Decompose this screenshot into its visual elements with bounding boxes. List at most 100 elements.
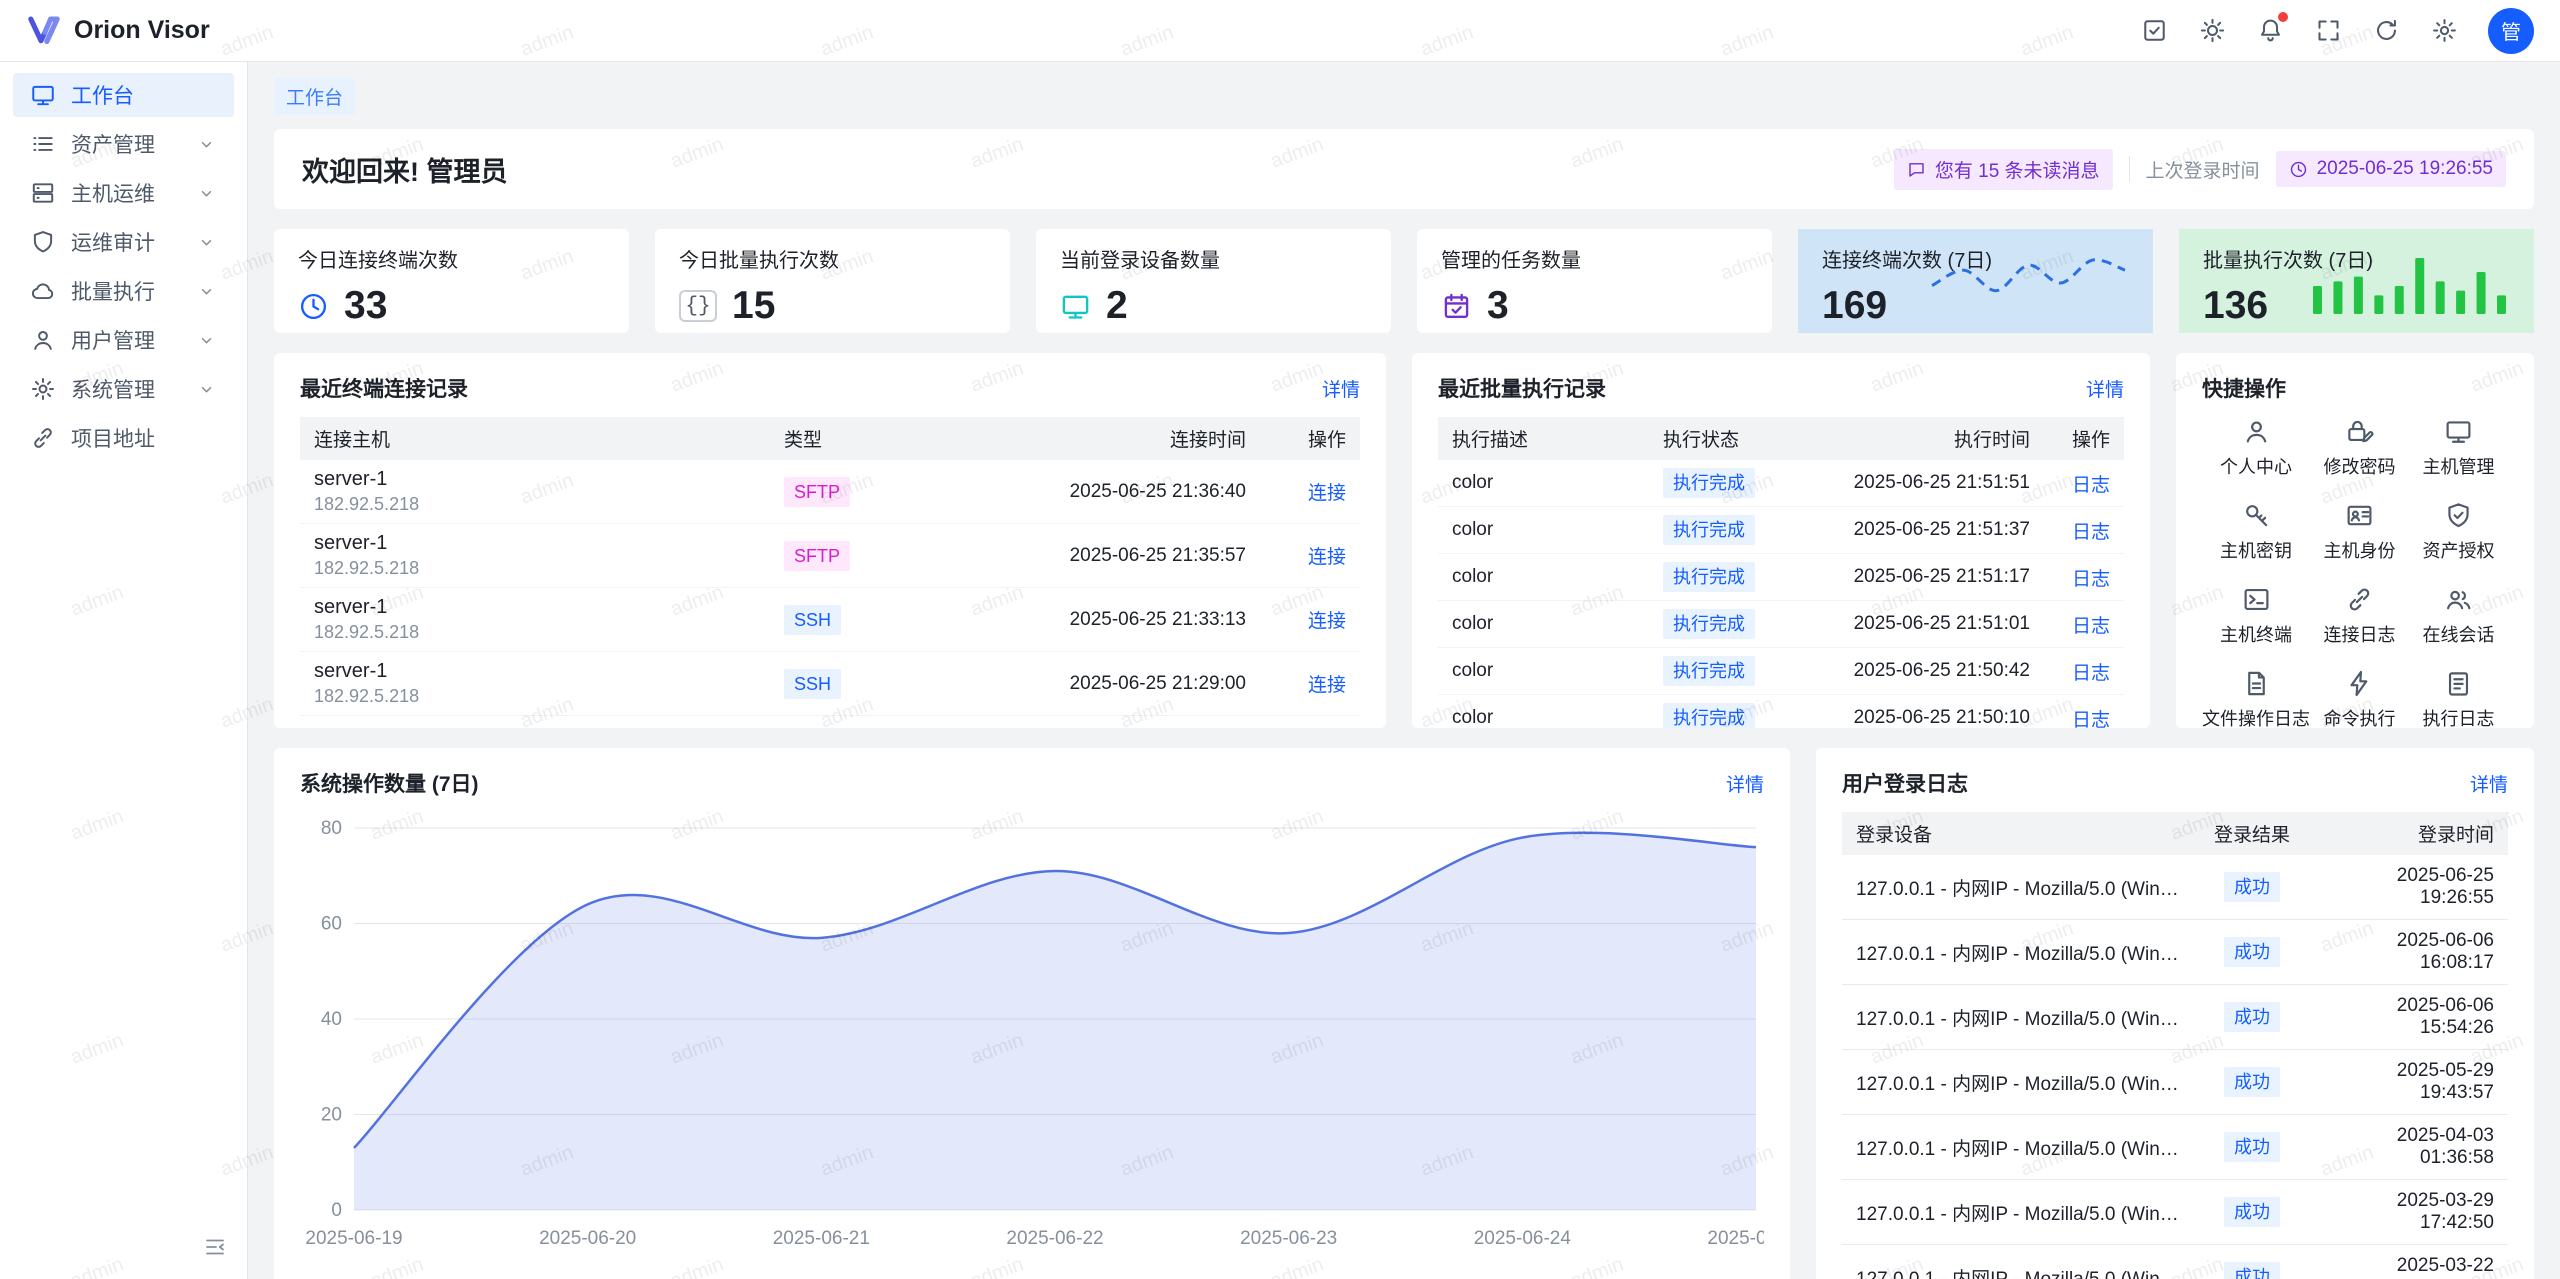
sidebar-item-host-ops[interactable]: 主机运维 [13,171,234,215]
panel-title: 最近终端连接记录 [300,373,468,403]
quick-action-personal-center[interactable]: 个人中心 [2202,417,2310,479]
sidebar-item-user-management[interactable]: 用户管理 [13,318,234,362]
connect-link[interactable]: 连接 [1308,483,1346,504]
batch-detail-link[interactable]: 详情 [2086,375,2124,402]
quick-action-online-sessions[interactable]: 在线会话 [2409,585,2508,647]
sidebar-menu: 工作台 资产管理 主机运维 运维审计 批量执行 用户管理 [0,73,247,460]
login-result-badge: 成功 [2224,1262,2280,1279]
quick-action-label: 主机管理 [2423,453,2495,479]
log-link[interactable]: 日志 [2072,522,2110,543]
log-link[interactable]: 日志 [2072,710,2110,729]
stat-value: 33 [344,284,387,328]
theme-toggle-button[interactable] [2190,9,2234,53]
user-avatar[interactable]: 管 [2488,8,2534,54]
quick-action-host-identity[interactable]: 主机身份 [2310,501,2409,563]
login-result-badge: 成功 [2224,937,2280,967]
execution-status-badge: 执行完成 [1663,703,1755,728]
quick-action-label: 主机终端 [2220,621,2292,647]
connect-link[interactable]: 连接 [1308,547,1346,568]
quick-action-file-operation-log[interactable]: 文件操作日志 [2202,669,2310,728]
trend-card-terminal-7d: 连接终端次数 (7日) 169 [1798,229,2153,333]
breadcrumb[interactable]: 工作台 [274,78,355,115]
column-header: 登录设备 [1842,812,2196,855]
execution-description: color [1438,460,1649,507]
terminal-detail-link[interactable]: 详情 [1322,375,1360,402]
terminal-trend-sparkline [1926,246,2131,318]
sidebar-item-label: 用户管理 [71,325,155,355]
login-detail-link[interactable]: 详情 [2470,770,2508,797]
column-header: 连接主机 [300,417,770,460]
chevron-down-icon [196,281,217,302]
quick-action-label: 命令执行 [2324,705,2396,728]
chart-detail-link[interactable]: 详情 [1726,770,1764,797]
connect-time: 2025-06-25 21:36:40 [920,460,1260,524]
sidebar-item-asset-management[interactable]: 资产管理 [13,122,234,166]
batch-records-table: 执行描述 执行状态 执行时间 操作 color 执行完成 2025-06-25 … [1438,417,2124,728]
stat-label: 管理的任务数量 [1441,244,1748,273]
sidebar-item-label: 项目地址 [71,423,155,453]
chevron-down-icon [196,379,217,400]
quick-action-change-password[interactable]: 修改密码 [2310,417,2409,479]
table-row: 127.0.0.1 - 内网IP - Mozilla/5.0 (Windows … [1842,1245,2508,1279]
welcome-title: 欢迎回来! 管理员 [302,150,508,189]
table-row: server-1 182.92.5.218 SFTP 2025-06-25 21… [300,460,1360,524]
quick-action-command-execution[interactable]: 命令执行 [2310,669,2409,728]
panel-title: 最近批量执行记录 [1438,373,1606,403]
connect-link[interactable]: 连接 [1308,611,1346,632]
table-row: 127.0.0.1 - 内网IP - Mozilla/5.0 (Windows … [1842,1050,2508,1115]
execution-time: 2025-06-25 21:51:37 [1829,507,2044,554]
fullscreen-button[interactable] [2306,9,2350,53]
sidebar-item-workbench[interactable]: 工作台 [13,73,234,117]
login-time: 2025-03-29 17:42:50 [2308,1180,2508,1245]
sidebar-item-project-url[interactable]: 项目地址 [13,416,234,460]
batch-records-panel: 最近批量执行记录 详情 执行描述 执行状态 执行时间 操作 colo [1412,353,2150,728]
quick-action-execution-log[interactable]: 执行日志 [2409,669,2508,728]
column-header: 执行描述 [1438,417,1649,460]
table-row: server-1 182.92.5.218 SSH 2025-06-25 21:… [300,652,1360,716]
svg-text:40: 40 [321,1009,342,1030]
quick-action-host-keys[interactable]: 主机密钥 [2202,501,2310,563]
login-time: 2025-06-06 16:08:17 [2308,920,2508,985]
quick-action-host-terminal[interactable]: 主机终端 [2202,585,2310,647]
connect-time: 2025-06-25 21:33:13 [920,588,1260,652]
connect-link[interactable]: 连接 [1308,675,1346,696]
execution-status-badge: 执行完成 [1663,609,1755,639]
execution-status-badge: 执行完成 [1663,468,1755,498]
log-link[interactable]: 日志 [2072,616,2110,637]
sidebar-item-label: 主机运维 [71,178,155,208]
refresh-button[interactable] [2364,9,2408,53]
svg-text:80: 80 [321,818,342,839]
log-link[interactable]: 日志 [2072,475,2110,496]
stat-label: 当前登录设备数量 [1060,244,1367,273]
stat-card-today-batch: 今日批量执行次数 {} 15 [655,229,1010,333]
sidebar-item-ops-audit[interactable]: 运维审计 [13,220,234,264]
sidebar-item-system-management[interactable]: 系统管理 [13,367,234,411]
column-header: 操作 [1260,417,1360,460]
svg-text:20: 20 [321,1105,342,1126]
flash-icon [2345,669,2374,698]
unread-messages-text: 您有 15 条未读消息 [1935,156,2100,183]
check-square-button[interactable] [2132,9,2176,53]
sidebar-collapse-button[interactable] [197,1229,233,1265]
quick-action-host-management[interactable]: 主机管理 [2409,417,2508,479]
table-row: color 执行完成 2025-06-25 21:51:01 日志 [1438,601,2124,648]
unread-messages-badge[interactable]: 您有 15 条未读消息 [1894,149,2113,190]
connect-time: 2025-06-25 21:29:00 [920,652,1260,716]
fullscreen-icon [2315,17,2342,44]
row-3: 系统操作数量 (7日) 详情 0204060802025-06-192025-0… [274,748,2534,1279]
log-link[interactable]: 日志 [2072,663,2110,684]
execution-description: color [1438,554,1649,601]
sidebar-item-batch-execution[interactable]: 批量执行 [13,269,234,313]
login-time: 2025-03-22 01:01:31 [2308,1245,2508,1279]
settings-button[interactable] [2422,9,2466,53]
user-icon [2242,417,2271,446]
host-ip: 182.92.5.218 [314,494,756,515]
login-device: 127.0.0.1 - 内网IP - Mozilla/5.0 (Windows … [1842,920,2196,985]
log-link[interactable]: 日志 [2072,569,2110,590]
quick-action-asset-authorization[interactable]: 资产授权 [2409,501,2508,563]
quick-action-connection-log[interactable]: 连接日志 [2310,585,2409,647]
notifications-button[interactable] [2248,9,2292,53]
terminal-icon [2242,585,2271,614]
chevron-down-icon [196,330,217,351]
login-time: 2025-06-06 15:54:26 [2308,985,2508,1050]
